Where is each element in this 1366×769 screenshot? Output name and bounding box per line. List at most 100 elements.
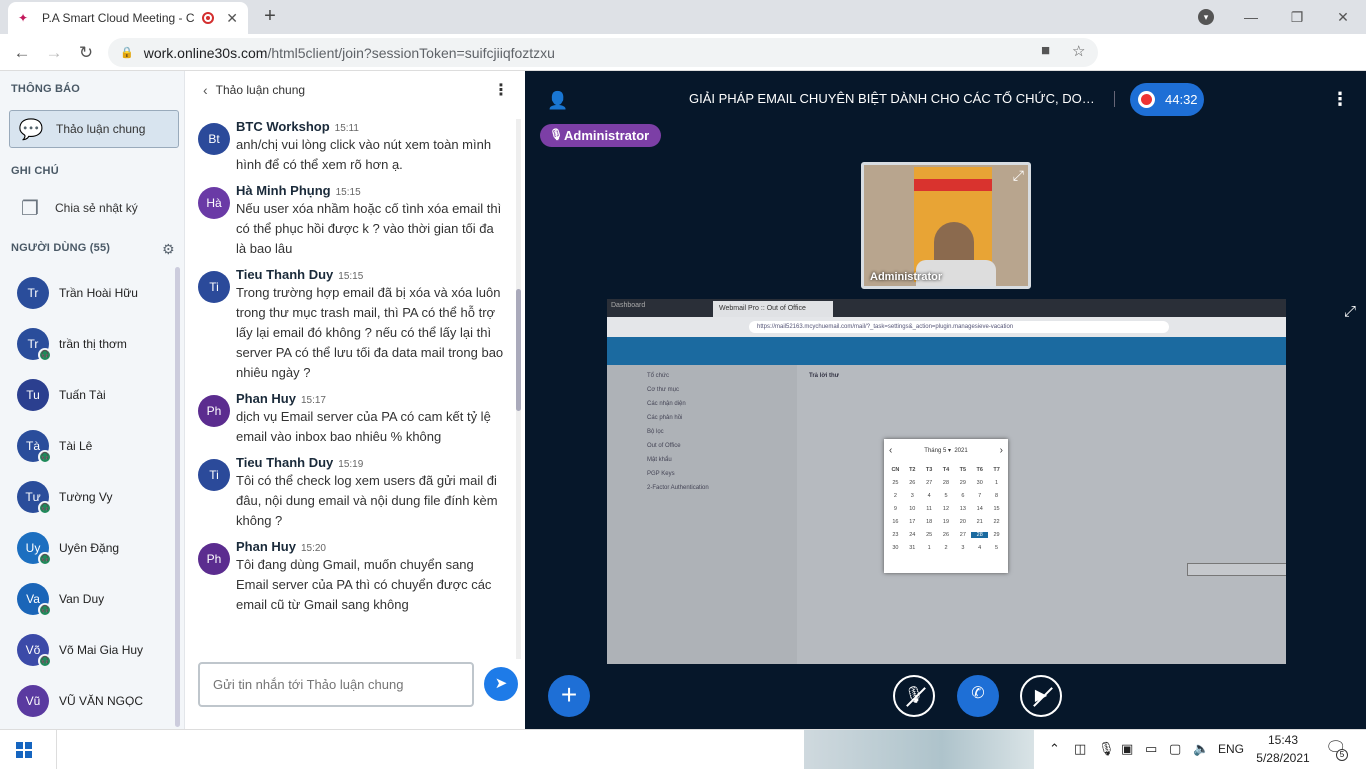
tray-security-icon[interactable]: ▣ xyxy=(1121,741,1133,757)
url-host: work.online30s.com xyxy=(143,44,268,61)
chevron-up-icon[interactable]: ⌃ xyxy=(1049,741,1060,757)
leave-audio-button[interactable]: ✆ xyxy=(957,675,999,717)
recording-indicator[interactable]: 44:32 xyxy=(1130,83,1204,116)
actions-add-button[interactable]: + xyxy=(548,675,590,717)
volume-icon[interactable]: 🔈 xyxy=(1193,741,1209,757)
gear-icon[interactable]: ⚙ xyxy=(162,241,175,258)
calendar-day: 28 xyxy=(971,532,989,538)
user-list-item[interactable]: Tu Tuấn Tài xyxy=(0,369,176,420)
calendar-day: 3 xyxy=(910,493,914,499)
mute-button[interactable]: 🎙 xyxy=(893,675,935,717)
avatar: Ph xyxy=(198,395,230,427)
more-options-icon[interactable]: ⋮ xyxy=(493,80,509,100)
bookmark-star-icon[interactable]: ☆ xyxy=(1072,42,1085,60)
calendar-day: 26 xyxy=(942,532,950,538)
calendar-day: 4 xyxy=(927,493,931,499)
user-list-item[interactable]: Tư 🎧 Tường Vy xyxy=(0,471,176,522)
fullscreen-icon[interactable]: ⤢ xyxy=(1013,167,1024,184)
chat-message: Ph Phan Huy 15:17 dịch vụ Email server của … xyxy=(185,391,515,447)
network-icon[interactable]: ▢ xyxy=(1169,741,1181,757)
language-indicator[interactable]: ENG xyxy=(1218,742,1244,756)
user-list-item[interactable]: Tr Trần Hoài Hữu xyxy=(0,267,176,318)
sidebar-scrollbar[interactable] xyxy=(175,267,180,727)
reload-icon[interactable]: ↻ xyxy=(74,41,98,65)
chevron-left-icon[interactable]: ‹ xyxy=(203,82,208,98)
notifications-title: THÔNG BÁO xyxy=(11,83,81,95)
chat-title: Thảo luận chung xyxy=(215,83,306,97)
sender-name: Hà Minh Phụng xyxy=(236,183,331,198)
sender-name: Phan Huy xyxy=(236,391,296,406)
message-text: Tôi có thể check log xem users đã gửi ma… xyxy=(236,473,498,528)
share-webcam-button[interactable]: ▶ xyxy=(1020,675,1062,717)
options-menu-icon[interactable]: ⋮ xyxy=(1331,89,1349,110)
camera-icon[interactable]: ■ xyxy=(1041,42,1050,59)
public-chat-label: Thảo luận chung xyxy=(56,122,146,136)
header-divider xyxy=(1114,91,1115,107)
new-tab-button[interactable]: + xyxy=(258,5,282,28)
chat-message: Bt BTC Workshop 15:11 anh/chị vui lòng clic… xyxy=(185,119,515,175)
shared-address-bar: https://mail52163.mcychuemail.com/mail/?… xyxy=(607,317,1286,337)
screen-share-view: Dashboard Webmail Pro :: Out of Office h… xyxy=(607,299,1286,664)
webcam-video[interactable]: Administrator ⤢ xyxy=(861,162,1031,289)
message-time: 15:11 xyxy=(334,123,359,134)
user-list-item[interactable]: Tr 🎧 trần thị thơm xyxy=(0,318,176,369)
calendar-day: 13 xyxy=(959,506,966,512)
headset-icon: 🎧 xyxy=(38,450,52,464)
address-bar[interactable]: 🔒 work.online30s.com/html5client/join?se… xyxy=(108,38,1098,67)
tray-app-icon[interactable]: ◫ xyxy=(1074,741,1086,757)
maximize-icon[interactable]: ❐ xyxy=(1274,9,1320,26)
close-tab-icon[interactable]: ✕ xyxy=(226,10,238,27)
back-icon[interactable]: ← xyxy=(10,41,34,65)
calendar-day: 6 xyxy=(961,493,965,499)
calendar-day: 20 xyxy=(959,519,966,525)
user-name: Võ Mai Gia Huy xyxy=(59,642,144,657)
calendar-day: 25 xyxy=(926,532,933,538)
chat-message-input[interactable] xyxy=(198,662,474,707)
chat-message: Ti Tieu Thanh Duy 15:15 Trong trường hợp em… xyxy=(185,267,515,383)
minimize-icon[interactable]: — xyxy=(1228,9,1274,25)
browser-tab[interactable]: ✦ P.A Smart Cloud Meeting - C ✕ xyxy=(8,2,248,34)
sidebar-item-shared-notes[interactable]: ❐ Chia sẻ nhật ký xyxy=(9,189,179,227)
calendar-day: 27 xyxy=(926,480,933,486)
calendar-weekday: T6 xyxy=(976,467,983,473)
tray-mic-icon[interactable]: 🎙 xyxy=(1098,741,1115,757)
clock-time[interactable]: 15:43 xyxy=(1254,733,1312,747)
user-list-toggle-icon[interactable]: 👤 xyxy=(547,91,568,111)
user-list-item[interactable]: Uy 🎧 Uyên Đặng xyxy=(0,522,176,573)
calendar-weekday: T2 xyxy=(909,467,916,473)
avatar: Tr xyxy=(17,276,49,309)
headset-icon: 🎧 xyxy=(38,603,52,617)
calendar-day: 15 xyxy=(993,506,1000,512)
record-icon xyxy=(1138,91,1155,108)
send-button[interactable]: ➤ xyxy=(484,667,518,701)
battery-icon[interactable]: ▭ xyxy=(1145,741,1157,757)
user-list-item[interactable]: Tà 🎧 Tài Lê xyxy=(0,420,176,471)
chat-scrollbar[interactable] xyxy=(516,119,521,659)
calendar-day: 22 xyxy=(993,519,1000,525)
calendar-weekday: T5 xyxy=(959,467,967,473)
user-name: Uyên Đặng xyxy=(59,540,120,555)
avatar: Tu xyxy=(17,378,49,411)
user-list-item[interactable]: Võ 🎧 Võ Mai Gia Huy xyxy=(0,624,176,675)
user-list-item[interactable]: Vũ VŨ VĂN NGỌC xyxy=(0,675,176,726)
clock-date[interactable]: 5/28/2021 xyxy=(1250,751,1316,765)
calendar-day: 9 xyxy=(893,506,897,512)
close-window-icon[interactable]: ✕ xyxy=(1320,9,1366,26)
sidebar: THÔNG BÁO 💬 Thảo luận chung GHI CHÚ ❐ Ch… xyxy=(0,71,185,729)
user-list: Tr Trần Hoài Hữu Tr 🎧 trần thị thơm Tu Tuấn Tà… xyxy=(0,267,176,729)
message-text: Tôi đang dùng Gmail, muốn chuyển sang Em… xyxy=(236,557,492,612)
windows-start-icon[interactable] xyxy=(16,742,32,758)
screenshare-fullscreen-icon[interactable]: ⤢ xyxy=(1344,303,1356,320)
shared-side-item: PGP Keys xyxy=(647,471,675,477)
sidebar-item-public-chat[interactable]: 💬 Thảo luận chung xyxy=(9,110,179,148)
calendar-weekday: T7 xyxy=(993,467,1000,473)
microphone-icon: 🎙 xyxy=(549,129,563,141)
user-list-item[interactable]: Va 🎧 Van Duy xyxy=(0,573,176,624)
profile-icon[interactable]: ▾ xyxy=(1198,9,1214,25)
shared-date-picker: ‹ Tháng 5 ▾ 2021 › CN T2 T3 T4 T5 T6 T7 25 26 27 2… xyxy=(884,439,1008,573)
shared-side-item: Tổ chức xyxy=(647,373,670,379)
calendar-day: 3 xyxy=(961,545,965,551)
shared-side-item: Mật khẩu xyxy=(647,457,672,463)
forward-icon[interactable]: → xyxy=(42,41,66,65)
calendar-weekday: T3 xyxy=(925,467,933,473)
